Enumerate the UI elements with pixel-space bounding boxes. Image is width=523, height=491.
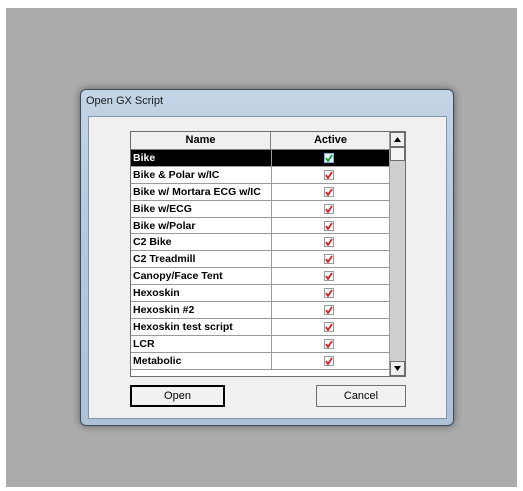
checkbox-checked-icon[interactable] [324,254,334,265]
list-item[interactable]: LCR [131,335,390,353]
checkbox-checked-icon[interactable] [324,153,334,163]
script-name: Bike w/ECG [133,202,192,215]
checkbox-checked-icon[interactable] [324,186,334,197]
cancel-button[interactable]: Cancel [316,385,406,407]
list-item[interactable]: Bike & Polar w/IC [131,166,390,184]
column-separator [271,251,272,268]
column-header-active[interactable]: Active [271,132,390,149]
list-item[interactable]: Bike w/Polar [131,217,390,235]
column-separator [271,285,272,302]
column-separator [271,217,272,234]
column-separator [271,318,272,335]
checkbox-checked-icon[interactable] [324,203,334,214]
script-list[interactable]: Name Active Bike Bike & Polar w/IC Bike w/… [130,131,406,377]
checkbox-checked-icon[interactable] [324,305,334,316]
column-separator [271,183,272,200]
script-name: Bike w/ Mortara ECG w/IC [133,185,261,198]
script-name: Bike & Polar w/IC [133,168,220,181]
open-gx-script-dialog: Open GX Script Name Active Bike Bike & Po… [80,89,454,426]
script-name: Hexoskin test script [133,320,233,333]
list-item[interactable]: Bike [131,150,390,167]
list-item[interactable]: C2 Treadmill [131,251,390,269]
script-name: Canopy/Face Tent [133,270,223,283]
script-name: Hexoskin [133,287,180,300]
checkbox-checked-icon[interactable] [324,237,334,248]
open-button[interactable]: Open [130,385,225,407]
checkbox-checked-icon[interactable] [324,271,334,282]
checkbox-checked-icon[interactable] [324,220,334,231]
dialog-title: Open GX Script [86,95,164,107]
column-separator [271,166,272,183]
checkbox-checked-icon[interactable] [324,288,334,299]
column-separator [271,268,272,285]
checkbox-checked-icon[interactable] [324,321,334,332]
checkbox-checked-icon[interactable] [324,338,334,349]
column-separator [271,302,272,318]
list-item[interactable]: Metabolic [131,352,390,370]
dialog-client-area: Name Active Bike Bike & Polar w/IC Bike w/… [88,116,447,419]
column-separator [271,352,272,369]
column-header-name[interactable]: Name [131,132,271,149]
list-rows: Bike Bike & Polar w/IC Bike w/ Mortara ECG… [131,150,390,370]
script-name: Bike w/Polar [133,219,196,232]
list-item[interactable]: Hexoskin test script [131,318,390,336]
script-name: Hexoskin #2 [133,304,195,317]
list-header: Name Active [131,132,390,150]
checkbox-checked-icon[interactable] [324,355,334,366]
script-name: C2 Treadmill [133,253,196,266]
scrollbar-thumb[interactable] [390,147,405,161]
list-item[interactable]: Hexoskin #2 [131,302,390,319]
list-item[interactable]: Hexoskin [131,285,390,303]
script-name: LCR [133,337,155,350]
list-item[interactable]: Bike w/ECG [131,200,390,218]
arrow-up-icon[interactable] [390,132,405,147]
column-separator [271,234,272,251]
vertical-scrollbar[interactable] [389,132,405,376]
checkbox-checked-icon[interactable] [324,169,334,180]
column-separator [271,335,272,352]
column-separator [271,200,272,217]
arrow-down-icon[interactable] [390,361,405,376]
list-item[interactable]: C2 Bike [131,234,390,252]
column-separator [271,150,272,166]
list-item[interactable]: Canopy/Face Tent [131,268,390,286]
script-name: Metabolic [133,354,182,367]
list-item[interactable]: Bike w/ Mortara ECG w/IC [131,183,390,201]
script-name: Bike [133,152,156,164]
script-name: C2 Bike [133,236,172,249]
